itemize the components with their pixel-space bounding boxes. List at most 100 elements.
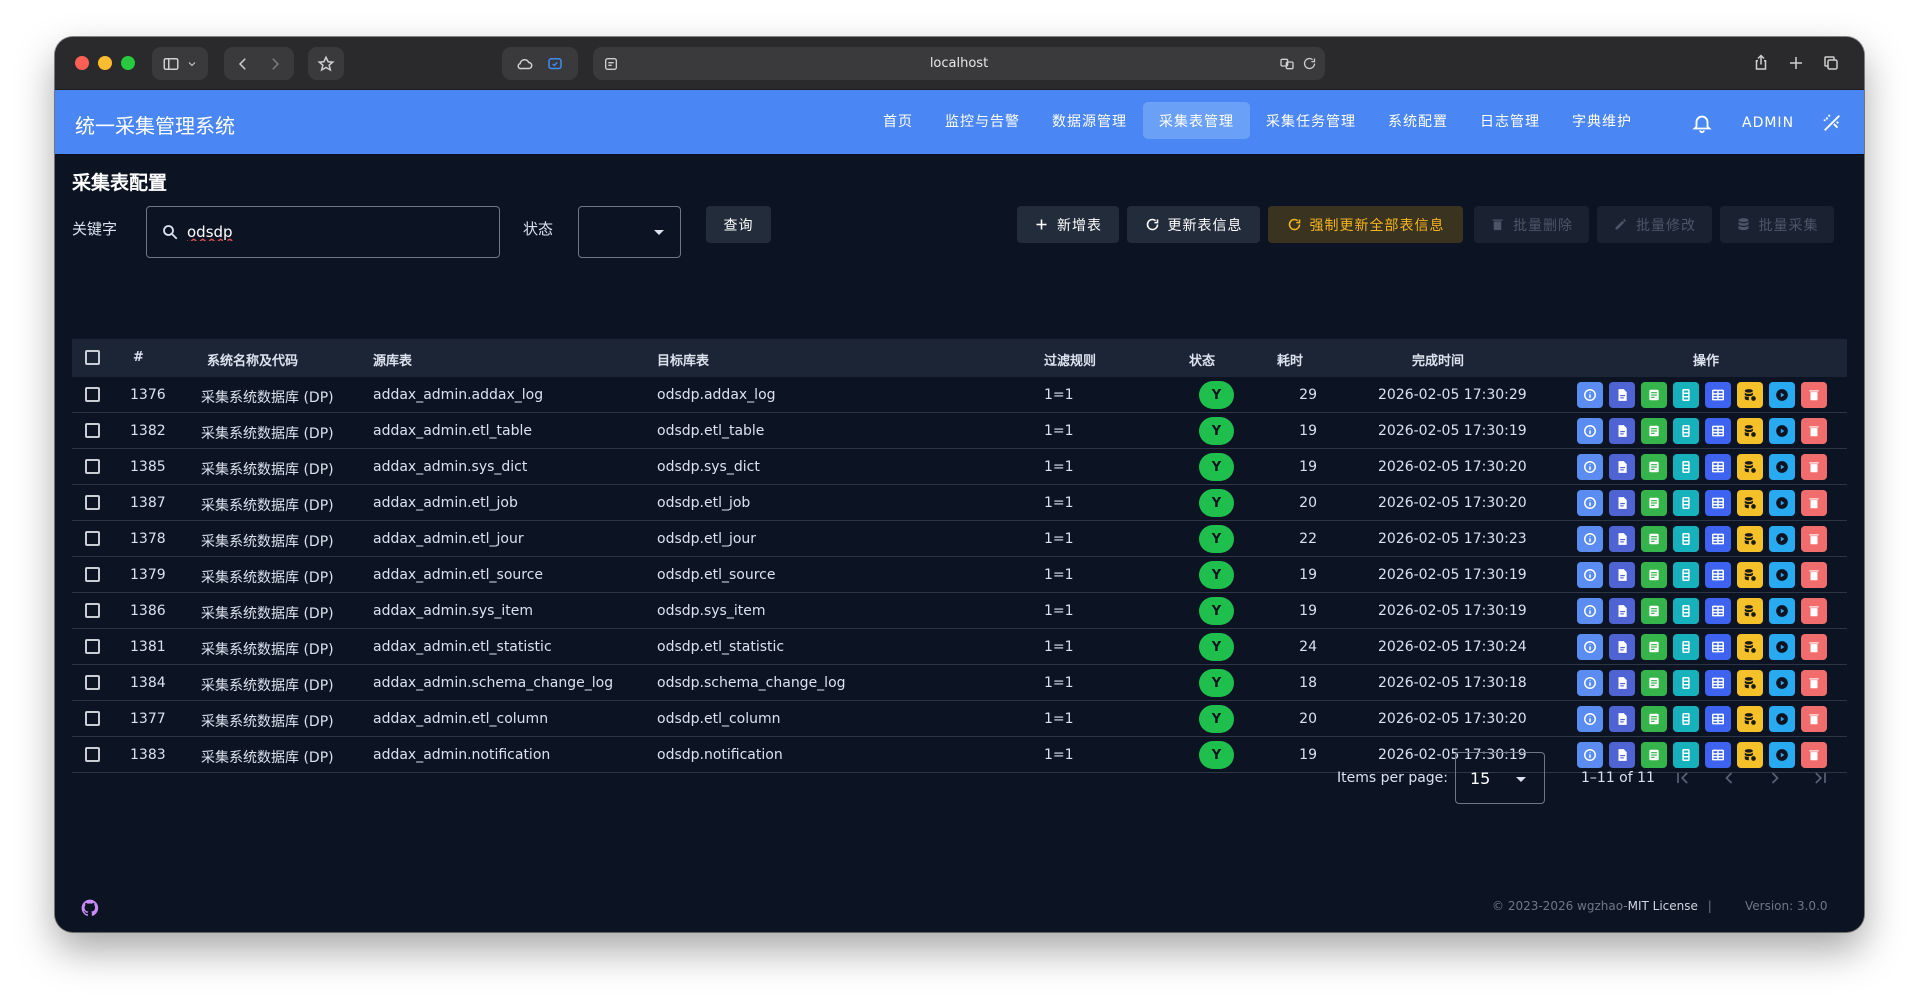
table-row[interactable]: 1382 采集系统数据库 (DP) addax_admin.etl_table ods…: [72, 413, 1847, 449]
column-list-action-button[interactable]: [1673, 706, 1699, 732]
table-row[interactable]: 1379 采集系统数据库 (DP) addax_admin.etl_source od…: [72, 557, 1847, 593]
delete-action-button[interactable]: [1801, 670, 1827, 696]
column-list-action-button[interactable]: [1673, 490, 1699, 516]
play-action-button[interactable]: [1769, 526, 1795, 552]
batch-edit-button[interactable]: 批量修改: [1597, 206, 1712, 243]
status-select[interactable]: [578, 206, 681, 258]
info-action-button[interactable]: [1577, 670, 1603, 696]
database-action-button[interactable]: [1737, 454, 1763, 480]
column-list-action-button[interactable]: [1673, 598, 1699, 624]
info-action-button[interactable]: [1577, 634, 1603, 660]
database-action-button[interactable]: [1737, 490, 1763, 516]
document-action-button[interactable]: [1641, 490, 1667, 516]
delete-action-button[interactable]: [1801, 742, 1827, 768]
document-action-button[interactable]: [1641, 454, 1667, 480]
nav-datasource[interactable]: 数据源管理: [1036, 102, 1143, 139]
play-action-button[interactable]: [1769, 742, 1795, 768]
database-action-button[interactable]: [1737, 526, 1763, 552]
table-row[interactable]: 1378 采集系统数据库 (DP) addax_admin.etl_jour odsd…: [72, 521, 1847, 557]
user-menu[interactable]: ADMIN: [1742, 115, 1794, 131]
info-action-button[interactable]: [1577, 598, 1603, 624]
reload-icon[interactable]: [1302, 56, 1317, 71]
row-checkbox[interactable]: [85, 387, 100, 402]
table-grid-action-button[interactable]: [1705, 454, 1731, 480]
database-action-button[interactable]: [1737, 706, 1763, 732]
row-checkbox[interactable]: [85, 459, 100, 474]
column-list-action-button[interactable]: [1673, 742, 1699, 768]
table-row[interactable]: 1376 采集系统数据库 (DP) addax_admin.addax_log ods…: [72, 377, 1847, 413]
info-action-button[interactable]: [1577, 706, 1603, 732]
document-action-button[interactable]: [1641, 706, 1667, 732]
file-action-button[interactable]: [1609, 562, 1635, 588]
delete-action-button[interactable]: [1801, 634, 1827, 660]
nav-dictionary[interactable]: 字典维护: [1556, 102, 1648, 139]
delete-action-button[interactable]: [1801, 562, 1827, 588]
file-action-button[interactable]: [1609, 526, 1635, 552]
header-filter[interactable]: 过滤规则: [1044, 350, 1096, 369]
info-action-button[interactable]: [1577, 526, 1603, 552]
document-action-button[interactable]: [1641, 562, 1667, 588]
info-action-button[interactable]: [1577, 418, 1603, 444]
keyword-search[interactable]: [146, 206, 500, 258]
bookmark-button[interactable]: [308, 47, 344, 80]
database-action-button[interactable]: [1737, 742, 1763, 768]
table-row[interactable]: 1387 采集系统数据库 (DP) addax_admin.etl_job odsdp…: [72, 485, 1847, 521]
delete-action-button[interactable]: [1801, 706, 1827, 732]
table-row[interactable]: 1377 采集系统数据库 (DP) addax_admin.etl_column od…: [72, 701, 1847, 737]
database-action-button[interactable]: [1737, 670, 1763, 696]
document-action-button[interactable]: [1641, 418, 1667, 444]
delete-action-button[interactable]: [1801, 418, 1827, 444]
row-checkbox[interactable]: [85, 675, 100, 690]
delete-action-button[interactable]: [1801, 490, 1827, 516]
share-icon[interactable]: [1751, 53, 1771, 73]
table-row[interactable]: 1385 采集系统数据库 (DP) addax_admin.sys_dict odsd…: [72, 449, 1847, 485]
play-action-button[interactable]: [1769, 670, 1795, 696]
forward-icon[interactable]: [266, 55, 284, 73]
document-action-button[interactable]: [1641, 598, 1667, 624]
nav-table-management[interactable]: 采集表管理: [1143, 102, 1250, 139]
file-action-button[interactable]: [1609, 706, 1635, 732]
nav-log-management[interactable]: 日志管理: [1464, 102, 1556, 139]
file-action-button[interactable]: [1609, 490, 1635, 516]
table-grid-action-button[interactable]: [1705, 562, 1731, 588]
row-checkbox[interactable]: [85, 603, 100, 618]
back-icon[interactable]: [234, 55, 252, 73]
table-row[interactable]: 1386 采集系统数据库 (DP) addax_admin.sys_item odsd…: [72, 593, 1847, 629]
header-finish-time[interactable]: 完成时间: [1412, 350, 1464, 369]
table-row[interactable]: 1383 采集系统数据库 (DP) addax_admin.notification…: [72, 737, 1847, 773]
force-update-all-button[interactable]: 强制更新全部表信息: [1268, 206, 1463, 243]
table-row[interactable]: 1384 采集系统数据库 (DP) addax_admin.schema_chang…: [72, 665, 1847, 701]
database-action-button[interactable]: [1737, 418, 1763, 444]
row-checkbox[interactable]: [85, 531, 100, 546]
theme-toggle-icon[interactable]: [1821, 112, 1843, 134]
header-num[interactable]: #: [133, 350, 144, 365]
row-checkbox[interactable]: [85, 567, 100, 582]
batch-delete-button[interactable]: 批量删除: [1474, 206, 1589, 243]
header-target[interactable]: 目标库表: [657, 350, 709, 369]
play-action-button[interactable]: [1769, 634, 1795, 660]
table-grid-action-button[interactable]: [1705, 598, 1731, 624]
play-action-button[interactable]: [1769, 490, 1795, 516]
file-action-button[interactable]: [1609, 454, 1635, 480]
info-action-button[interactable]: [1577, 562, 1603, 588]
table-grid-action-button[interactable]: [1705, 742, 1731, 768]
column-list-action-button[interactable]: [1673, 454, 1699, 480]
license-link[interactable]: MIT License: [1628, 899, 1698, 913]
database-action-button[interactable]: [1737, 382, 1763, 408]
nav-task-management[interactable]: 采集任务管理: [1250, 102, 1372, 139]
close-window-button[interactable]: [75, 56, 89, 70]
header-status[interactable]: 状态: [1189, 350, 1215, 369]
row-checkbox[interactable]: [85, 495, 100, 510]
document-action-button[interactable]: [1641, 382, 1667, 408]
delete-action-button[interactable]: [1801, 454, 1827, 480]
row-checkbox[interactable]: [85, 423, 100, 438]
column-list-action-button[interactable]: [1673, 418, 1699, 444]
update-table-info-button[interactable]: 更新表信息: [1127, 206, 1260, 243]
translate-icon[interactable]: [1279, 56, 1295, 72]
header-duration[interactable]: 耗时: [1277, 350, 1303, 369]
table-grid-action-button[interactable]: [1705, 418, 1731, 444]
file-action-button[interactable]: [1609, 418, 1635, 444]
table-grid-action-button[interactable]: [1705, 706, 1731, 732]
database-action-button[interactable]: [1737, 562, 1763, 588]
sidebar-toggle-button[interactable]: [152, 47, 208, 80]
